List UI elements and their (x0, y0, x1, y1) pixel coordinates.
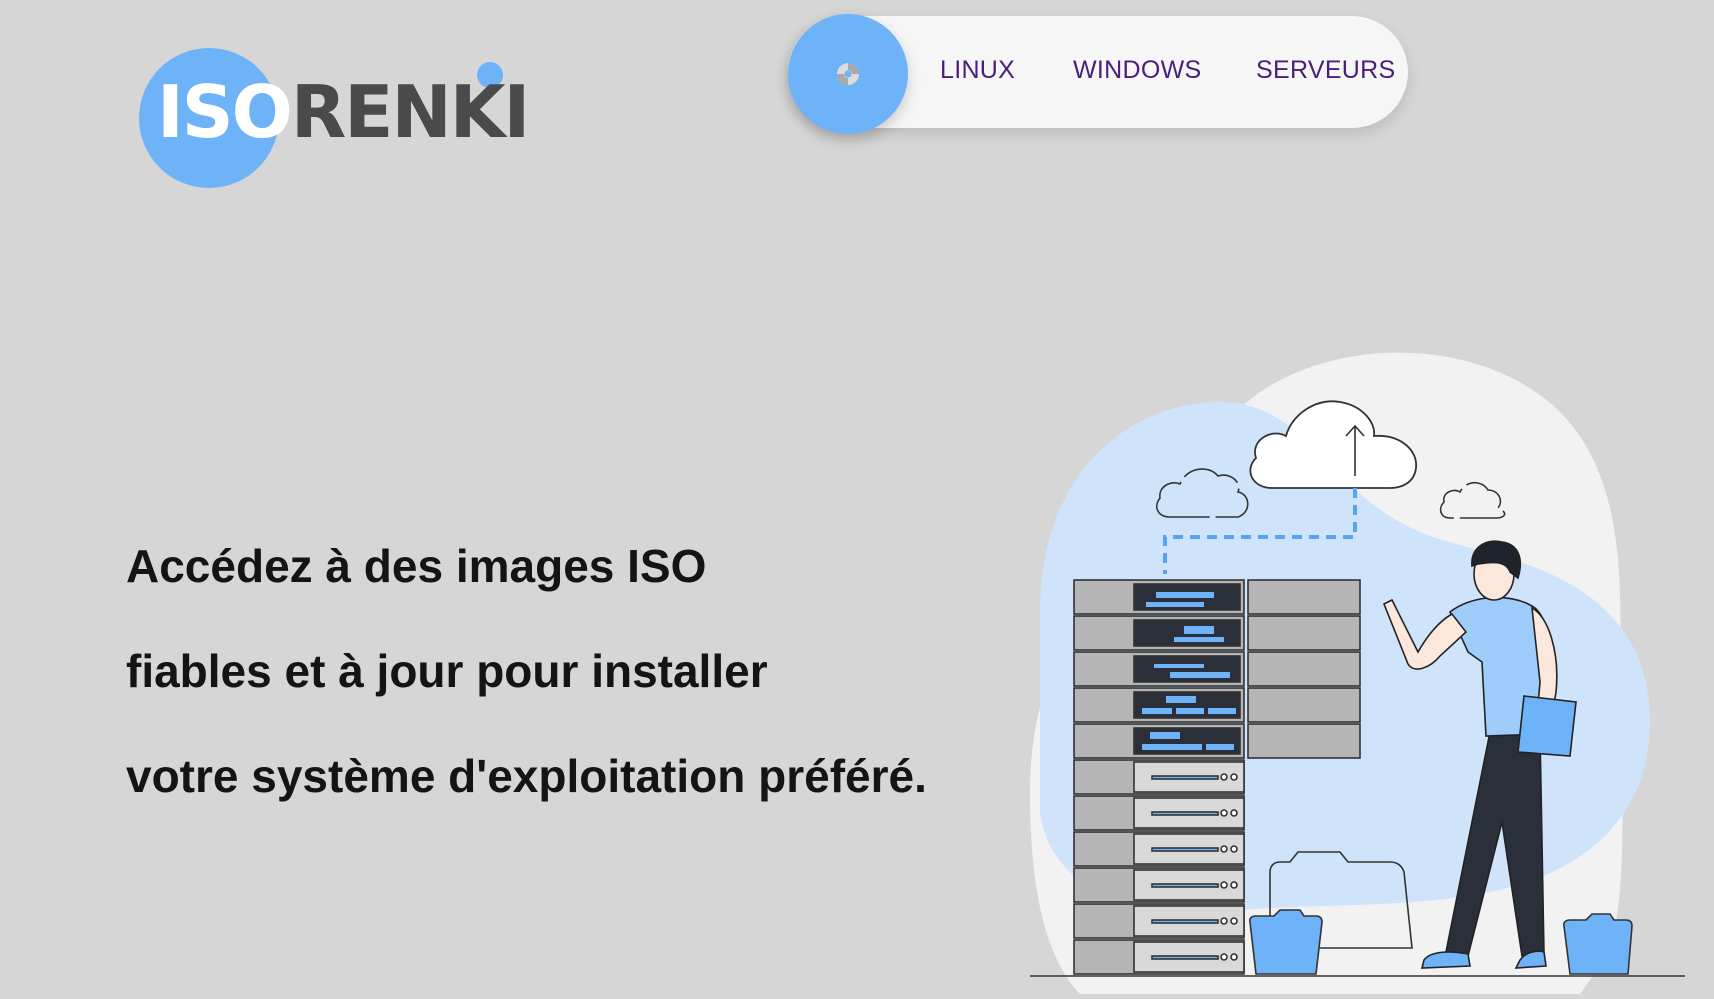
rack-unit-light (1073, 867, 1245, 903)
site-logo[interactable]: ISORENKI (139, 48, 530, 190)
logo-text-iso: ISO (157, 70, 293, 154)
rack-unit-dark (1073, 615, 1361, 651)
rack-unit-light (1073, 759, 1245, 795)
rack-unit-light (1073, 903, 1245, 939)
nav-link-windows[interactable]: WINDOWS (1073, 56, 1201, 85)
rack-unit-light (1073, 795, 1245, 831)
hero-line-1: Accédez à des images ISO (126, 540, 707, 592)
logo-wordmark: ISORENKI (157, 76, 530, 148)
rack-unit-light (1073, 939, 1245, 975)
folder-blue-left-icon (1249, 909, 1323, 975)
rack-unit-dark (1073, 579, 1361, 615)
rack-unit-dark (1073, 723, 1361, 759)
rack-unit-dark (1073, 687, 1361, 723)
hero-heading: Accédez à des images ISO fiables et à jo… (126, 514, 1006, 829)
logo-text-renki: RENKI (290, 70, 530, 154)
hero-line-2: fiables et à jour pour installer (126, 645, 768, 697)
hero-line-3: votre système d'exploitation préféré. (126, 750, 927, 802)
server-rack-cloud-illustration (1030, 352, 1685, 994)
rack-unit-light (1073, 831, 1245, 867)
nav-link-serveurs[interactable]: SERVEURS (1256, 56, 1396, 85)
disc-icon (837, 63, 859, 85)
main-nav: LINUX WINDOWS SERVEURS (788, 14, 1408, 134)
rack-unit-dark (1073, 651, 1361, 687)
nav-link-linux[interactable]: LINUX (940, 56, 1015, 85)
server-illustration (1020, 352, 1710, 994)
folder-blue-right-icon (1563, 913, 1633, 975)
home-disc-button[interactable] (788, 14, 908, 134)
